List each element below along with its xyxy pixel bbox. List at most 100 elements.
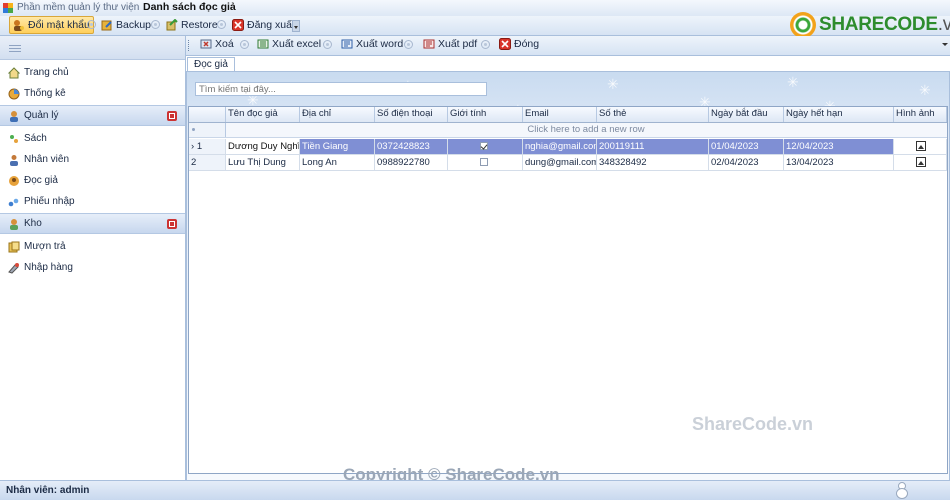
sidebar-item-muon-tra[interactable]: Mượn trả [0,236,185,257]
change-password-button[interactable]: Đổi mật khẩu [9,16,94,34]
cell-dia-chi[interactable]: Tiền Giang [300,139,375,154]
sidebar-item-label: Nhân viên [24,154,70,165]
sidebar-item-nhan-vien[interactable]: Nhân viên [0,149,185,170]
change-password-label: Đổi mật khẩu [28,19,90,31]
sidebar-item-thong-ke[interactable]: Thống kê [0,83,185,104]
cell-ngay-bat-dau[interactable]: 01/04/2023 [709,139,784,154]
sidebar-item-label: Thống kê [24,88,66,99]
restore-label: Restore [181,19,218,31]
gender-checkbox[interactable] [480,158,488,166]
logout-label: Đăng xuất [247,19,295,31]
separator-icon [217,20,226,29]
cell-hinh-anh[interactable] [894,155,947,170]
export-excel-button[interactable]: Xuất excel [257,38,321,50]
export-pdf-button[interactable]: Xuất pdf [423,38,477,50]
pdf-icon [423,38,435,50]
export-word-label: Xuất word [356,38,404,50]
column-header[interactable]: Số thẻ [597,107,709,122]
backup-button[interactable]: Backup [101,17,151,33]
reader-grid: Tên đọc giả Địa chỉ Số điện thoại Giới t… [188,106,948,474]
sidebar-item-label: Nhập hàng [24,262,73,273]
sidebar-group-kho[interactable]: Kho [0,213,185,234]
receipt-icon [8,196,20,208]
import-icon [8,262,20,274]
table-row[interactable]: 2 Lưu Thị Dung Long An 0988922780 dung@g… [189,155,947,171]
toolbar-overflow-button[interactable] [292,20,300,32]
image-icon[interactable] [916,141,926,151]
grid-header: Tên đọc giả Địa chỉ Số điện thoại Giới t… [189,107,947,123]
row-indicator: 2 [189,155,226,170]
sidebar-item-label: Đọc giả [24,175,58,186]
toolbar-grip[interactable] [188,40,191,51]
export-word-button[interactable]: Xuất word [341,38,403,50]
chevron-down-icon[interactable] [942,43,948,46]
column-header[interactable]: Hình ảnh [894,107,947,122]
pin-icon[interactable] [167,111,177,121]
delete-icon [200,38,212,50]
logout-icon [232,19,244,31]
pin-icon[interactable] [167,219,177,229]
sidebar-item-sach[interactable]: Sách [0,128,185,149]
borrow-icon [8,241,20,253]
logout-button[interactable]: Đăng xuất [232,17,295,33]
warehouse-icon [8,218,20,230]
column-header[interactable]: Email [523,107,597,122]
sidebar-item-nhap-hang[interactable]: Nhập hàng [0,257,185,278]
backup-icon [101,19,113,31]
sidebar-item-label: Phiếu nhập [24,196,75,207]
cell-gioi-tinh[interactable] [448,155,523,170]
status-user: Nhân viên: admin [6,485,90,496]
logo-tld: .vn [937,14,950,35]
document-title: Danh sách đọc giả [143,1,236,13]
sidebar-group-label: Kho [24,218,42,229]
table-row[interactable]: › 1 Dương Duy Nghĩa Tiền Giang 037242882… [189,139,947,155]
column-header[interactable]: Ngày hết hạn [784,107,894,122]
column-header[interactable]: Giới tính [448,107,523,122]
sidebar-item-trang-chu[interactable]: Trang chủ [0,62,185,83]
cell-email[interactable]: dung@gmail.com [523,155,597,170]
column-header[interactable]: Số điện thoại [375,107,448,122]
app-title: Phần mềm quản lý thư viện [17,2,140,13]
cell-ngay-het-han[interactable]: 13/04/2023 [784,155,894,170]
sidebar-item-phieu-nhap[interactable]: Phiếu nhập [0,191,185,212]
logo-icon [790,12,816,38]
add-new-row[interactable]: Click here to add a new row [189,123,947,138]
cell-email[interactable]: nghia@gmail.com [523,139,597,154]
delete-button[interactable]: Xoá [200,38,234,50]
close-label: Đóng [514,38,540,50]
column-header[interactable]: Ngày bắt đầu [709,107,784,122]
column-header[interactable]: Tên đọc giả [226,107,300,122]
sidebar-group-quan-ly[interactable]: Quản lý [0,105,185,126]
column-header[interactable]: Địa chỉ [300,107,375,122]
separator-icon [404,40,413,49]
cell-so-the[interactable]: 200119111 [597,139,709,154]
cell-so-dien-thoai[interactable]: 0988922780 [375,155,448,170]
image-icon[interactable] [916,157,926,167]
cell-ten-doc-gia[interactable]: Lưu Thị Dung [226,155,300,170]
cell-so-the[interactable]: 348328492 [597,155,709,170]
reader-icon [8,175,20,187]
cell-gioi-tinh[interactable] [448,139,523,154]
close-button[interactable]: Đóng [499,38,539,50]
sidebar-item-label: Mượn trả [24,241,66,252]
grid-toolbar: Xoá Xuất excel Xuất word Xuất pdf Đóng [186,36,950,56]
restore-button[interactable]: Restore [166,17,218,33]
cell-ngay-het-han[interactable]: 12/04/2023 [784,139,894,154]
sidebar-collapse-handle[interactable] [0,36,185,60]
cell-ngay-bat-dau[interactable]: 02/04/2023 [709,155,784,170]
restore-icon [166,18,178,31]
logo-brand: SHARECODE [819,14,938,35]
tab-doc-gia[interactable]: Đọc giả [187,57,235,72]
cell-dia-chi[interactable]: Long An [300,155,375,170]
gender-checkbox[interactable] [480,142,488,150]
separator-icon [151,20,160,29]
export-excel-label: Xuất excel [272,38,322,50]
snowflake-icon: ✳ [919,82,931,98]
main-content: Xoá Xuất excel Xuất word Xuất pdf Đóng Đ… [186,36,950,482]
cell-hinh-anh[interactable] [894,139,947,154]
sidebar-item-doc-gia[interactable]: Đọc giả [0,170,185,191]
search-input[interactable] [195,82,487,96]
cell-so-dien-thoai[interactable]: 0372428823 [375,139,448,154]
watermark-sharecode: ShareCode.vn [692,414,814,434]
cell-ten-doc-gia[interactable]: Dương Duy Nghĩa [226,139,300,154]
